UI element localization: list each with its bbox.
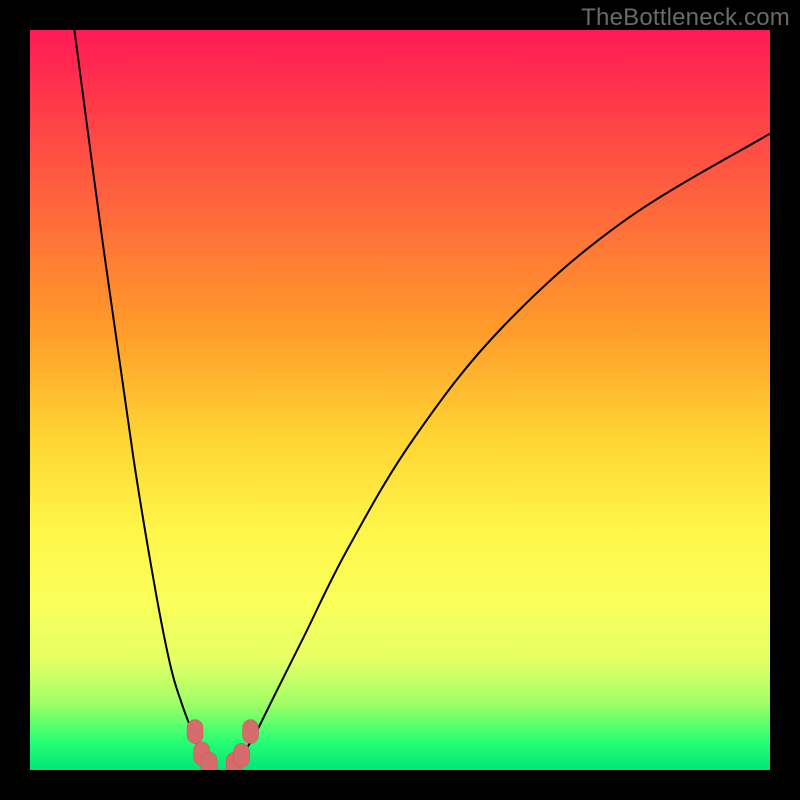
curve-marker (194, 742, 210, 766)
chart-plot-area (30, 30, 770, 770)
curve-left-branch (74, 30, 215, 770)
curve-svg (30, 30, 770, 770)
curve-right-branch (230, 134, 770, 770)
curve-marker (201, 752, 217, 770)
curve-marker (226, 752, 242, 770)
watermark-text: TheBottleneck.com (581, 4, 790, 32)
curve-markers (187, 720, 259, 770)
curve-marker (234, 743, 250, 767)
curve-marker (187, 720, 203, 744)
curve-marker (243, 720, 259, 744)
